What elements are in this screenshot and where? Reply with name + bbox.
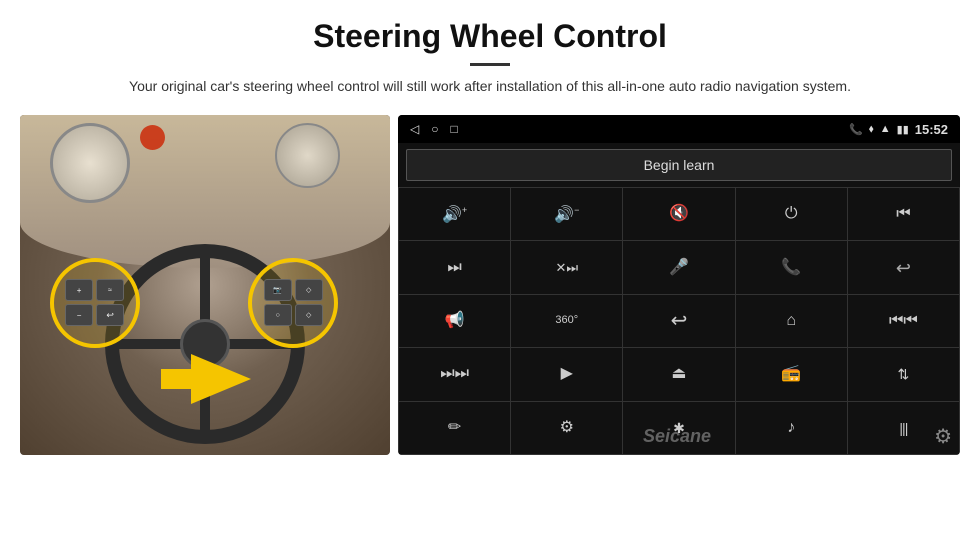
skip-next-icon: ⏭⏭ <box>440 366 469 382</box>
sw-gauge-right <box>275 123 340 188</box>
btn-group-left: + ≈ − ↩ <box>57 271 132 334</box>
home-nav-icon: ○ <box>431 122 438 136</box>
prev-track-button[interactable]: ⏮ <box>848 188 959 240</box>
power-button[interactable]: ⏻ <box>736 188 847 240</box>
pen-button[interactable]: ✏ <box>399 402 510 454</box>
recents-nav-icon: □ <box>450 122 457 136</box>
sw-btn-6: ◇ <box>295 279 323 301</box>
phone-button[interactable]: 📞 <box>736 241 847 293</box>
vol-up-button[interactable]: 🔊+ <box>399 188 510 240</box>
wifi-icon: ▲ <box>880 123 891 135</box>
eq-button[interactable]: ⇅ <box>848 348 959 400</box>
music-button[interactable]: ♪ <box>736 402 847 454</box>
settings2-icon: ⚙ <box>560 420 574 436</box>
music-icon: ♪ <box>787 420 795 436</box>
arrow-head <box>191 354 251 404</box>
car-image-panel: + ≈ − ↩ 📷 ◇ ○ ◇ <box>20 115 390 455</box>
prev-track-icon: ⏮ <box>896 206 910 222</box>
radio-button[interactable]: 📻 <box>736 348 847 400</box>
sw-btn-3: − <box>65 304 93 326</box>
settings2-button[interactable]: ⚙ <box>511 402 622 454</box>
page-container: Steering Wheel Control Your original car… <box>0 0 980 548</box>
sw-btn-4: ↩ <box>96 304 124 326</box>
content-area: + ≈ − ↩ 📷 ◇ ○ ◇ <box>0 105 980 548</box>
gear-icon-bottom[interactable]: ⚙ <box>934 424 952 449</box>
title-divider <box>470 63 510 66</box>
phone-icon: 📞 <box>781 260 801 276</box>
sw-btn-2: ≈ <box>96 279 124 301</box>
bluetooth-icon: ✱ <box>673 421 685 435</box>
vol-down-icon: 🔊− <box>554 206 579 223</box>
fast-forward-icon: ✕⏭ <box>555 261 578 274</box>
rewind-icon: ⏮⏮ <box>889 313 918 329</box>
phone-status-icon: 📞 <box>849 123 863 136</box>
power-icon: ⏻ <box>785 206 798 222</box>
eject-button[interactable]: ⏏ <box>623 348 734 400</box>
btn-group-right: 📷 ◇ ○ ◇ <box>256 271 331 334</box>
navigate-button[interactable]: ▶ <box>511 348 622 400</box>
home-button[interactable]: ⌂ <box>736 295 847 347</box>
hang-up-icon: ↩ <box>896 259 911 277</box>
sw-btn-1: + <box>65 279 93 301</box>
nav-icons: ◁ ○ □ <box>410 122 458 136</box>
camera-360-button[interactable]: 360° <box>511 295 622 347</box>
sw-btn-7: ○ <box>264 304 292 326</box>
vol-up-icon: 🔊+ <box>442 206 467 223</box>
back-nav-icon: ◁ <box>410 122 419 136</box>
android-panel: ◁ ○ □ 📞 ⬧ ▲ ▮▮ 15:52 Begin learn <box>398 115 960 455</box>
begin-learn-button[interactable]: Begin learn <box>406 149 952 181</box>
fast-forward-button[interactable]: ✕⏭ <box>511 241 622 293</box>
gear-icon: ⚙ <box>934 426 952 448</box>
android-statusbar: ◁ ○ □ 📞 ⬧ ▲ ▮▮ 15:52 <box>398 115 960 143</box>
equalizer-icon: ||| <box>899 421 907 435</box>
yellow-circle-left: + ≈ − ↩ <box>50 258 140 348</box>
location-icon: ⬧ <box>869 123 874 136</box>
navigate-icon: ▶ <box>561 366 573 382</box>
arrow-overlay <box>161 354 281 404</box>
speaker-button[interactable]: 📢 <box>399 295 510 347</box>
rewind-button[interactable]: ⏮⏮ <box>848 295 959 347</box>
next-icon: ⏭ <box>447 260 461 276</box>
radio-icon: 📻 <box>781 366 801 382</box>
sw-btn-5: 📷 <box>264 279 292 301</box>
header-section: Steering Wheel Control Your original car… <box>0 0 980 105</box>
time-display: 15:52 <box>915 122 948 137</box>
subtitle-text: Your original car's steering wheel contr… <box>100 76 880 97</box>
mute-button[interactable]: 🔇 <box>623 188 734 240</box>
sw-warning <box>140 125 165 150</box>
eq-icon: ⇅ <box>898 367 910 381</box>
mic-icon: 🎤 <box>669 260 689 276</box>
speaker-icon: 📢 <box>445 313 465 329</box>
android-panel-wrapper: ◁ ○ □ 📞 ⬧ ▲ ▮▮ 15:52 Begin learn <box>394 115 960 455</box>
eject-icon: ⏏ <box>671 366 686 382</box>
sw-btn-8: ◇ <box>295 304 323 326</box>
camera-360-icon: 360° <box>555 315 578 326</box>
mute-icon: 🔇 <box>669 206 689 222</box>
vol-down-button[interactable]: 🔊− <box>511 188 622 240</box>
pen-icon: ✏ <box>448 420 461 436</box>
mic-button[interactable]: 🎤 <box>623 241 734 293</box>
status-icons: 📞 ⬧ ▲ ▮▮ 15:52 <box>849 122 948 137</box>
control-grid: 🔊+ 🔊− 🔇 ⏻ ⏮ ⏭ <box>398 187 960 455</box>
page-title: Steering Wheel Control <box>40 18 940 55</box>
sw-gauge-left <box>50 123 130 203</box>
back-icon: ↩ <box>671 311 688 331</box>
bluetooth-button[interactable]: ✱ <box>623 402 734 454</box>
begin-learn-row: Begin learn <box>398 143 960 187</box>
back-button[interactable]: ↩ <box>623 295 734 347</box>
yellow-circle-right: 📷 ◇ ○ ◇ <box>248 258 338 348</box>
hang-up-button[interactable]: ↩ <box>848 241 959 293</box>
next-button[interactable]: ⏭ <box>399 241 510 293</box>
skip-next-button[interactable]: ⏭⏭ <box>399 348 510 400</box>
steering-wheel-bg: + ≈ − ↩ 📷 ◇ ○ ◇ <box>20 115 390 455</box>
home-icon: ⌂ <box>786 313 796 329</box>
signal-icon: ▮▮ <box>897 123 909 136</box>
